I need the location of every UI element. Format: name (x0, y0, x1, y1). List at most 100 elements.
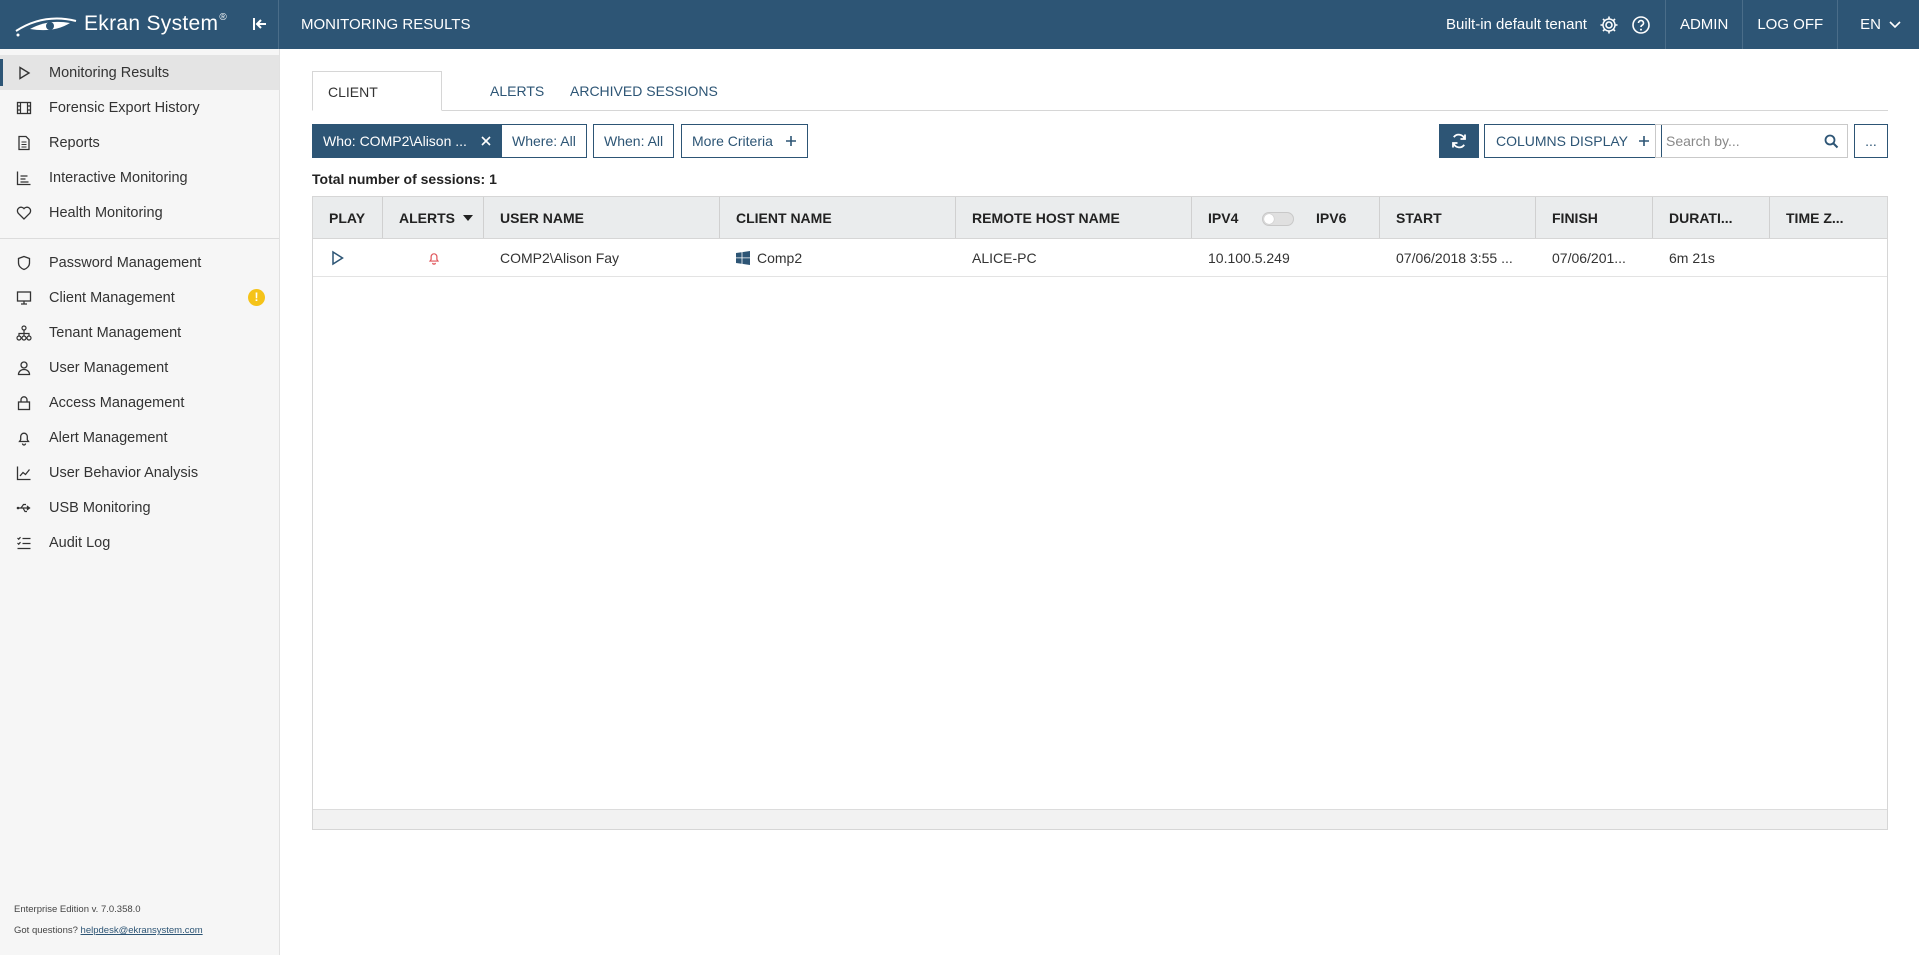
sidebar-item-label: User Behavior Analysis (49, 464, 199, 481)
sidebar-item-label: USB Monitoring (49, 499, 151, 516)
sidebar-item-label: Reports (49, 134, 100, 151)
sidebar-item-label: Password Management (49, 254, 202, 271)
columns-display-button[interactable]: COLUMNS DISPLAY (1484, 124, 1662, 158)
column-header-ip: IPV4 IPV6 (1192, 197, 1380, 238)
sidebar-item-usb-monitoring[interactable]: USB Monitoring (0, 490, 279, 525)
sidebar-item-reports[interactable]: Reports (0, 125, 279, 160)
plus-icon (785, 136, 796, 146)
search-input[interactable] (1656, 125, 1806, 157)
more-actions-button[interactable]: ... (1854, 124, 1888, 158)
hierarchy-icon (16, 324, 32, 341)
more-criteria-button[interactable]: More Criteria (681, 124, 808, 158)
language-label: EN (1860, 16, 1881, 33)
play-icon (19, 65, 31, 80)
column-header-duration[interactable]: DURATI... (1653, 197, 1770, 238)
gear-icon[interactable] (1599, 15, 1619, 35)
checklist-icon (17, 536, 31, 549)
filter-bar: Who: COMP2\Alison ... Where: All When: A… (312, 124, 1888, 158)
sidebar-item-label: Access Management (49, 394, 185, 411)
sidebar-item-user-behavior-analysis[interactable]: User Behavior Analysis (0, 455, 279, 490)
column-header-alerts[interactable]: ALERTS (383, 197, 484, 238)
column-header-user-name[interactable]: USER NAME (484, 197, 720, 238)
table-row[interactable]: COMP2\Alison Fay Comp2 ALICE-PC 10.100.5… (313, 239, 1887, 277)
ip-version-toggle[interactable] (1262, 212, 1294, 226)
trend-icon (16, 466, 31, 480)
column-header-ipv6[interactable]: IPV6 (1316, 210, 1346, 226)
sidebar-item-label: User Management (49, 359, 169, 376)
lock-icon (17, 395, 31, 410)
sidebar-footer: Enterprise Edition v. 7.0.358.0 Got ques… (14, 899, 203, 941)
client-name-cell: Comp2 (720, 239, 956, 276)
top-bar: Ekran System® MONITORING RESULTS Built-i… (0, 0, 1919, 49)
bar-chart-icon (16, 171, 31, 185)
windows-icon (736, 250, 750, 265)
helpdesk-email-link[interactable]: helpdesk@ekransystem.com (81, 925, 203, 936)
sidebar-item-password-management[interactable]: Password Management (0, 245, 279, 280)
tab-alerts[interactable]: ALERTS (490, 71, 544, 111)
who-filter-label: Who: COMP2\Alison ... (323, 133, 467, 149)
close-icon[interactable] (481, 136, 491, 146)
collapse-sidebar-icon[interactable] (250, 14, 270, 34)
plus-icon (1638, 136, 1649, 146)
column-header-finish[interactable]: FINISH (1536, 197, 1653, 238)
sidebar-item-client-management[interactable]: Client Management ! (0, 280, 279, 315)
alerts-cell (383, 239, 484, 276)
column-header-ipv4[interactable]: IPV4 (1208, 210, 1238, 226)
monitor-icon (16, 290, 32, 305)
column-header-time-zone[interactable]: TIME Z... (1770, 197, 1887, 238)
tab-archived-sessions[interactable]: ARCHIVED SESSIONS (570, 71, 718, 111)
sidebar-item-health-monitoring[interactable]: Health Monitoring (0, 195, 279, 230)
ip-cell: 10.100.5.249 (1208, 249, 1290, 266)
sidebar-item-label: Forensic Export History (49, 99, 200, 116)
refresh-icon (1452, 133, 1466, 149)
chevron-down-icon (1889, 20, 1901, 28)
column-header-start[interactable]: START (1380, 197, 1536, 238)
sidebar-item-label: Tenant Management (49, 324, 182, 341)
more-criteria-label: More Criteria (692, 133, 773, 149)
main-content: CLIENT SESSIONS ALERTS ARCHIVED SESSIONS… (312, 49, 1888, 830)
help-icon[interactable] (1631, 15, 1651, 35)
column-header-client-name[interactable]: CLIENT NAME (720, 197, 956, 238)
horizontal-scrollbar[interactable] (313, 809, 1887, 829)
brand-name: Ekran System® (84, 12, 227, 35)
who-filter-chip[interactable]: Who: COMP2\Alison ... (312, 124, 502, 158)
sidebar-item-label: Alert Management (49, 429, 168, 446)
sidebar-item-access-management[interactable]: Access Management (0, 385, 279, 420)
tab-bar: CLIENT SESSIONS ALERTS ARCHIVED SESSIONS (312, 49, 1888, 140)
tab-client-sessions[interactable]: CLIENT SESSIONS (312, 71, 442, 140)
sidebar-item-alert-management[interactable]: Alert Management (0, 420, 279, 455)
sidebar-item-label: Client Management (49, 289, 175, 306)
user-menu[interactable]: ADMIN (1666, 0, 1742, 49)
film-icon (16, 101, 32, 114)
column-header-remote-host[interactable]: REMOTE HOST NAME (956, 197, 1192, 238)
start-cell: 07/06/2018 3:55 ... (1396, 249, 1513, 266)
sidebar-item-forensic-export-history[interactable]: Forensic Export History (0, 90, 279, 125)
search-icon[interactable] (1824, 134, 1839, 149)
edition-label: Enterprise Edition v. 7.0.358.0 (14, 904, 141, 915)
nav-group-management: Password Management Client Management ! … (0, 245, 279, 560)
usb-icon (16, 503, 31, 512)
when-filter-chip[interactable]: When: All (593, 124, 675, 158)
heart-icon (16, 206, 32, 220)
sidebar-item-user-management[interactable]: User Management (0, 350, 279, 385)
sidebar-item-tenant-management[interactable]: Tenant Management (0, 315, 279, 350)
where-filter-chip[interactable]: Where: All (501, 124, 587, 158)
sidebar-item-monitoring-results[interactable]: Monitoring Results (0, 55, 279, 90)
sidebar-item-label: Monitoring Results (49, 64, 170, 81)
column-header-play[interactable]: PLAY (313, 197, 383, 238)
logoff-button[interactable]: LOG OFF (1743, 0, 1837, 49)
columns-display-label: COLUMNS DISPLAY (1496, 133, 1628, 149)
play-icon[interactable] (329, 250, 345, 266)
tenant-name[interactable]: Built-in default tenant (1446, 16, 1587, 33)
brand-area: Ekran System® (0, 0, 279, 49)
refresh-button[interactable] (1439, 124, 1479, 158)
sidebar-item-interactive-monitoring[interactable]: Interactive Monitoring (0, 160, 279, 195)
sidebar-item-audit-log[interactable]: Audit Log (0, 525, 279, 560)
sessions-table: PLAY ALERTS USER NAME CLIENT NAME REMOTE… (312, 196, 1888, 830)
page-title: MONITORING RESULTS (301, 16, 471, 33)
sidebar: Monitoring Results Forensic Export Histo… (0, 49, 280, 955)
questions-label: Got questions? (14, 925, 78, 936)
bell-icon[interactable] (427, 251, 441, 265)
warning-badge[interactable]: ! (248, 289, 265, 306)
language-selector[interactable]: EN (1838, 16, 1919, 33)
